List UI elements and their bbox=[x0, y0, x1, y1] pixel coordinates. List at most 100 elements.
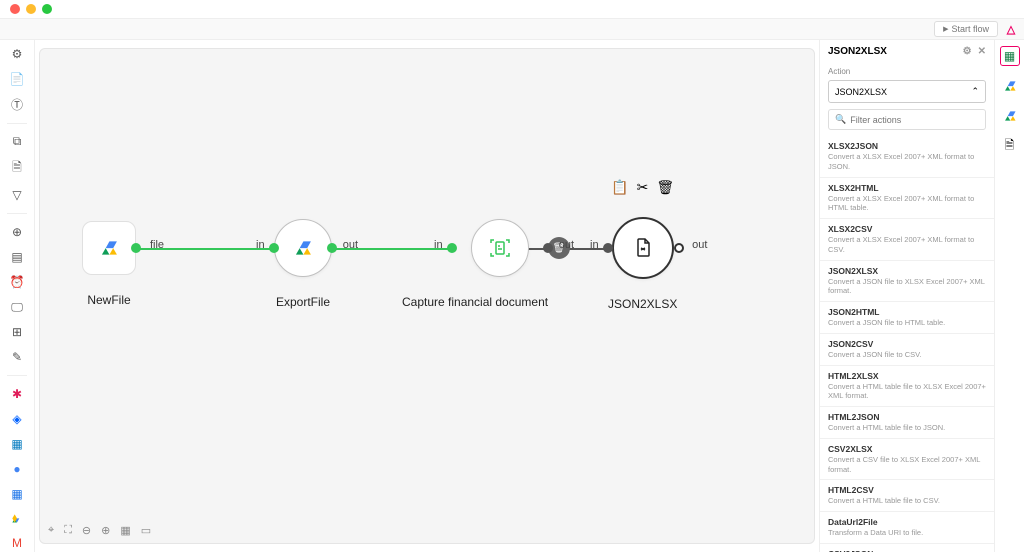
tool-slack-icon[interactable]: ✱ bbox=[7, 386, 27, 403]
tool-copy-icon[interactable]: ⧉ bbox=[7, 134, 27, 151]
action-list-item[interactable]: DataUrl2FileTransform a Data URI to file… bbox=[820, 512, 994, 544]
action-item-desc: Convert a XLSX Excel 2007+ XML format to… bbox=[828, 235, 986, 255]
window-maximize-dot[interactable] bbox=[42, 4, 52, 14]
expand-icon[interactable]: ⛶ bbox=[64, 524, 72, 537]
action-item-title: CSV2XLSX bbox=[828, 444, 986, 454]
rail-excel-icon[interactable]: ▦ bbox=[1000, 46, 1020, 66]
action-list-item[interactable]: CSV2XLSXConvert a CSV file to XLSX Excel… bbox=[820, 439, 994, 481]
canvas-bottom-tools: ⌖ ⛶ ⊖ ⊕ ▦ ▭ bbox=[48, 524, 151, 537]
tool-text-icon[interactable]: Ⓣ bbox=[7, 96, 27, 113]
tool-calendar-icon[interactable]: ▦ bbox=[7, 485, 27, 502]
action-item-desc: Convert a HTML table file to XLSX Excel … bbox=[828, 382, 986, 402]
rail-file-icon[interactable]: 🗎 bbox=[1000, 136, 1020, 156]
properties-panel: JSON2XLSX ⚙ ✕ Action JSON2XLSX ⌃ 🔍 XLSX2… bbox=[819, 40, 994, 552]
window-close-dot[interactable] bbox=[10, 4, 20, 14]
tool-page-icon[interactable]: 📄 bbox=[7, 71, 27, 88]
panel-title: JSON2XLSX bbox=[828, 46, 887, 57]
action-list-item[interactable]: XLSX2JSONConvert a XLSX Excel 2007+ XML … bbox=[820, 136, 994, 178]
action-list-item[interactable]: HTML2CSVConvert a HTML table file to CSV… bbox=[820, 480, 994, 512]
action-list-item[interactable]: HTML2JSONConvert a HTML table file to JS… bbox=[820, 407, 994, 439]
clipboard-icon[interactable]: 📋 bbox=[611, 179, 628, 196]
zoom-out-icon[interactable]: ⊖ bbox=[82, 524, 91, 537]
action-item-title: XLSX2CSV bbox=[828, 224, 986, 234]
filter-input-wrapper: 🔍 bbox=[828, 109, 986, 130]
port-out[interactable] bbox=[327, 243, 337, 253]
action-item-desc: Convert a HTML table file to JSON. bbox=[828, 423, 986, 433]
sidebar-divider bbox=[7, 213, 27, 214]
tool-edit-icon[interactable]: ✎ bbox=[7, 348, 27, 365]
port-out[interactable] bbox=[674, 243, 684, 253]
action-item-title: HTML2CSV bbox=[828, 485, 986, 495]
node-toolbar: 📋 ✂ 🗑 bbox=[611, 179, 674, 196]
tool-gmail-icon[interactable]: M bbox=[7, 535, 27, 552]
action-item-title: JSON2XLSX bbox=[828, 266, 986, 276]
tool-trello-icon[interactable]: ▦ bbox=[7, 436, 27, 453]
port-in-label: in bbox=[434, 239, 443, 251]
port-in[interactable] bbox=[447, 243, 457, 253]
rail-gdrive-icon[interactable] bbox=[1000, 106, 1020, 126]
sidebar-divider bbox=[7, 123, 27, 124]
scissors-icon[interactable]: ✂ bbox=[637, 179, 649, 196]
right-rail: ▦ 🗎 bbox=[994, 40, 1024, 552]
action-list: XLSX2JSONConvert a XLSX Excel 2007+ XML … bbox=[820, 136, 994, 552]
port-in-label: in bbox=[590, 239, 599, 251]
action-item-title: HTML2JSON bbox=[828, 412, 986, 422]
tool-monitor-icon[interactable]: 🖵 bbox=[7, 299, 27, 316]
action-item-title: HTML2XLSX bbox=[828, 371, 986, 381]
node-circle bbox=[612, 217, 674, 279]
close-icon[interactable]: ✕ bbox=[978, 46, 986, 57]
trash-icon[interactable]: 🗑 bbox=[656, 179, 674, 196]
action-item-title: JSON2HTML bbox=[828, 307, 986, 317]
gdrive-icon bbox=[98, 238, 120, 258]
node-newfile[interactable]: file NewFile bbox=[82, 221, 136, 307]
node-json2xlsx[interactable]: 📋 ✂ 🗑 in out JSON2XLSX bbox=[608, 217, 677, 311]
tool-doc-icon[interactable]: 🗎 bbox=[7, 158, 27, 178]
grid-icon[interactable]: ▦ bbox=[120, 524, 130, 537]
rail-gdrive-icon[interactable] bbox=[1000, 76, 1020, 96]
action-item-desc: Convert a JSON file to XLSX Excel 2007+ … bbox=[828, 277, 986, 297]
tool-storage-icon[interactable]: ▤ bbox=[7, 249, 27, 266]
action-item-desc: Convert a CSV file to XLSX Excel 2007+ X… bbox=[828, 455, 986, 475]
tool-sheet-icon[interactable]: ⊞ bbox=[7, 323, 27, 340]
action-item-desc: Convert a HTML table file to CSV. bbox=[828, 496, 986, 506]
start-flow-button[interactable]: Start flow bbox=[934, 21, 998, 37]
tool-filter-icon[interactable]: ▽ bbox=[7, 186, 27, 203]
compass-icon[interactable]: ⌖ bbox=[48, 524, 54, 537]
window-minimize-dot[interactable] bbox=[26, 4, 36, 14]
tool-clock-icon[interactable]: ⏰ bbox=[7, 274, 27, 291]
action-list-item[interactable]: XLSX2HTMLConvert a XLSX Excel 2007+ XML … bbox=[820, 178, 994, 220]
port-out[interactable] bbox=[131, 243, 141, 253]
tool-google-icon[interactable]: ● bbox=[7, 461, 27, 478]
port-in[interactable] bbox=[603, 243, 613, 253]
action-item-desc: Transform a Data URI to file. bbox=[828, 528, 986, 538]
filter-input[interactable] bbox=[850, 115, 979, 125]
gear-icon[interactable]: ⚙ bbox=[963, 46, 972, 57]
node-label: JSON2XLSX bbox=[608, 297, 677, 311]
node-exportfile[interactable]: in out ExportFile bbox=[274, 219, 332, 309]
action-list-item[interactable]: JSON2XLSXConvert a JSON file to XLSX Exc… bbox=[820, 261, 994, 303]
panel-section-label: Action bbox=[820, 63, 994, 80]
snap-icon[interactable]: ▭ bbox=[141, 524, 151, 537]
canvas[interactable]: 🗑 file NewFile in out ExportFile bbox=[39, 48, 815, 544]
chevron-up-icon: ⌃ bbox=[971, 86, 979, 97]
tool-gear-icon[interactable]: ⚙ bbox=[7, 46, 27, 63]
action-item-desc: Convert a JSON file to HTML table. bbox=[828, 318, 986, 328]
action-item-desc: Convert a XLSX Excel 2007+ XML format to… bbox=[828, 152, 986, 172]
panel-header: JSON2XLSX ⚙ ✕ bbox=[820, 40, 994, 63]
action-list-item[interactable]: JSON2CSVConvert a JSON file to CSV. bbox=[820, 334, 994, 366]
action-list-item[interactable]: XLSX2CSVConvert a XLSX Excel 2007+ XML f… bbox=[820, 219, 994, 261]
port-out-label: out bbox=[559, 239, 574, 251]
warning-icon[interactable]: △ bbox=[1004, 22, 1018, 36]
zoom-in-icon[interactable]: ⊕ bbox=[101, 524, 110, 537]
left-sidebar: ⚙ 📄 Ⓣ ⧉ 🗎 ▽ ⊕ ▤ ⏰ 🖵 ⊞ ✎ ✱ ◈ ▦ ● ▦ M bbox=[0, 40, 35, 552]
action-select[interactable]: JSON2XLSX ⌃ bbox=[828, 80, 986, 103]
port-in[interactable] bbox=[269, 243, 279, 253]
node-capture[interactable]: in out Capture financial document bbox=[452, 219, 548, 309]
tool-connector-icon[interactable]: ⊕ bbox=[7, 224, 27, 241]
tool-gdrive-icon[interactable] bbox=[7, 510, 27, 527]
action-list-item[interactable]: CSV2JSONConvert a CSV file to JSON. bbox=[820, 544, 994, 552]
port-out-label: out bbox=[343, 239, 358, 251]
action-list-item[interactable]: JSON2HTMLConvert a JSON file to HTML tab… bbox=[820, 302, 994, 334]
action-list-item[interactable]: HTML2XLSXConvert a HTML table file to XL… bbox=[820, 366, 994, 408]
tool-dropbox-icon[interactable]: ◈ bbox=[7, 411, 27, 428]
